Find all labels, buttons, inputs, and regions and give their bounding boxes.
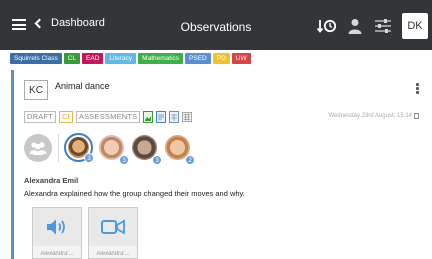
media-caption: Alexandra'... xyxy=(40,251,74,257)
children-row: 3 3 3 2 xyxy=(24,133,196,165)
child-badge: 2 xyxy=(185,155,195,165)
child-badge: 3 xyxy=(152,155,162,165)
speaker-icon xyxy=(47,219,65,235)
document-icon xyxy=(156,111,167,123)
tag-row: Squirrels Class CL EAD Literacy Mathemat… xyxy=(10,52,253,64)
video-camera-icon xyxy=(101,219,125,235)
app-header: Dashboard Observations DK xyxy=(0,0,432,50)
tag-pd: PD xyxy=(212,52,230,64)
media-caption: Alexandra'... xyxy=(96,251,130,257)
tag-psed: PSED xyxy=(185,52,211,64)
divider xyxy=(58,133,59,162)
page-icon xyxy=(414,113,419,119)
ci-badge: CI xyxy=(59,111,73,123)
tag-ead: EAD xyxy=(82,52,104,64)
video-attachment[interactable]: Alexandra'... xyxy=(88,207,138,259)
filter-sliders-icon[interactable] xyxy=(372,15,394,37)
gallery-icon xyxy=(182,112,193,122)
group-icon[interactable] xyxy=(24,133,52,162)
tag-class: Squirrels Class xyxy=(10,52,62,64)
child-avatar[interactable]: 2 xyxy=(163,133,195,165)
child-badge: 3 xyxy=(84,153,94,163)
spreadsheet-icon xyxy=(169,111,180,123)
date-text: Wednesday 23rd August, 15:14 xyxy=(328,113,412,119)
user-avatar[interactable]: DK xyxy=(402,13,428,39)
author-avatar: KC xyxy=(24,80,48,100)
child-avatar-selected[interactable]: 3 xyxy=(64,133,94,163)
child-name: Alexandra Emil xyxy=(24,176,79,185)
audio-attachment[interactable]: Alexandra'... xyxy=(32,207,82,259)
draft-badge: DRAFT xyxy=(24,111,56,123)
media-row: Alexandra'... Alexandra'... xyxy=(32,207,144,259)
tag-literacy: Literacy xyxy=(105,52,137,64)
status-row: DRAFT CI ASSESSMENTS xyxy=(24,111,195,123)
more-options-icon[interactable] xyxy=(416,83,419,95)
tag-mathematics: Mathematics xyxy=(138,52,184,64)
header-actions: DK xyxy=(316,12,432,40)
child-avatar[interactable]: 3 xyxy=(130,133,162,165)
observation-date: Wednesday 23rd August, 15:14 xyxy=(328,113,419,119)
person-icon[interactable] xyxy=(344,15,366,37)
observation-card[interactable]: KC Animal dance DRAFT CI ASSESSMENTS Wed… xyxy=(11,70,432,259)
tag-uw: UW xyxy=(231,52,251,64)
assessments-badge: ASSESSMENTS xyxy=(75,111,141,123)
tag-cl: CL xyxy=(63,52,81,64)
child-avatar[interactable]: 3 xyxy=(97,133,129,165)
image-doc-icon xyxy=(143,111,154,123)
sort-time-icon[interactable] xyxy=(316,15,338,37)
child-badge: 3 xyxy=(119,155,129,165)
observation-title: Animal dance xyxy=(55,81,110,91)
observation-text: Alexandra explained how the group change… xyxy=(24,189,245,198)
